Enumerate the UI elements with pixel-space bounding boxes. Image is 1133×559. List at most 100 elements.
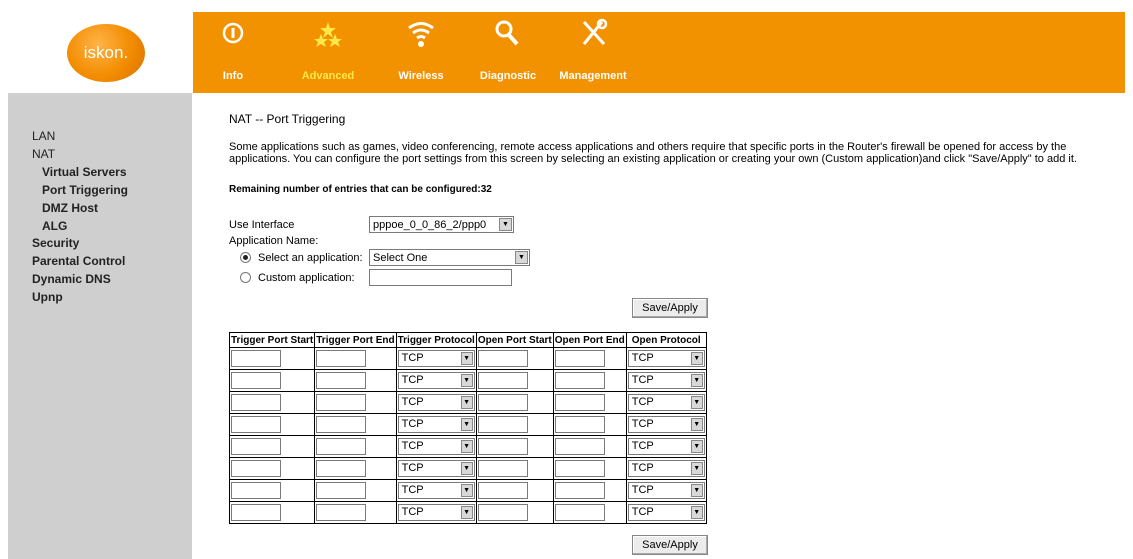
table-cell xyxy=(314,391,397,414)
trigger-protocol-select-value: TCP xyxy=(401,418,424,430)
trigger-port-start-input[interactable] xyxy=(231,394,281,411)
trigger-port-start-input[interactable] xyxy=(231,438,281,455)
nav-advanced[interactable]: Advanced xyxy=(293,12,363,93)
table-row: TCP ▼ TCP ▼ xyxy=(228,369,707,392)
table-cell xyxy=(552,369,627,392)
trigger-port-end-input[interactable] xyxy=(316,460,367,477)
open-port-start-input[interactable] xyxy=(477,416,528,433)
trigger-protocol-select[interactable]: TCP ▼ xyxy=(397,416,475,433)
table-cell xyxy=(475,479,554,502)
open-port-start-input[interactable] xyxy=(477,372,528,389)
trigger-port-start-input[interactable] xyxy=(231,416,281,433)
dropdown-arrow-icon: ▼ xyxy=(460,462,473,475)
header-trigger-port-end: Trigger Port End xyxy=(314,332,397,348)
open-port-end-input[interactable] xyxy=(554,482,605,499)
magnifier-icon xyxy=(495,20,519,46)
trigger-port-end-input[interactable] xyxy=(316,350,367,367)
trigger-port-end-input[interactable] xyxy=(316,372,367,389)
sidebar-item-dmz-host[interactable]: DMZ Host xyxy=(42,201,98,215)
open-port-start-input[interactable] xyxy=(477,350,528,367)
open-protocol-select[interactable]: TCP ▼ xyxy=(627,460,705,477)
open-protocol-select[interactable]: TCP ▼ xyxy=(627,416,705,433)
trigger-port-end-input[interactable] xyxy=(316,394,367,411)
table-cell: TCP ▼ xyxy=(395,413,477,436)
table-cell xyxy=(475,435,554,458)
sidebar-item-lan[interactable]: LAN xyxy=(32,129,55,143)
trigger-port-end-input[interactable] xyxy=(316,482,367,499)
custom-application-input[interactable] xyxy=(369,269,512,286)
nav-management[interactable]: Management xyxy=(553,12,633,93)
trigger-port-start-input[interactable] xyxy=(231,482,281,499)
table-cell xyxy=(314,413,397,436)
table-row: TCP ▼ TCP ▼ xyxy=(228,413,707,436)
trigger-port-start-input[interactable] xyxy=(231,372,281,389)
open-protocol-select-value: TCP xyxy=(631,396,654,408)
dropdown-arrow-icon: ▼ xyxy=(515,251,528,264)
open-port-start-input[interactable] xyxy=(477,460,528,477)
open-port-end-input[interactable] xyxy=(554,394,605,411)
dropdown-arrow-icon: ▼ xyxy=(460,440,473,453)
sidebar-item-parental-control[interactable]: Parental Control xyxy=(32,254,125,268)
page-title: NAT -- Port Triggering xyxy=(229,112,346,126)
port-trigger-table: Trigger Port Start Trigger Port End Trig… xyxy=(228,332,707,524)
open-protocol-select[interactable]: TCP ▼ xyxy=(627,372,705,389)
sidebar-item-dynamic-dns[interactable]: Dynamic DNS xyxy=(32,272,111,286)
open-port-end-input[interactable] xyxy=(554,372,605,389)
table-cell xyxy=(475,501,554,524)
trigger-protocol-select-value: TCP xyxy=(401,506,424,518)
trigger-port-end-input[interactable] xyxy=(316,416,367,433)
trigger-port-start-input[interactable] xyxy=(231,504,281,521)
trigger-protocol-select[interactable]: TCP ▼ xyxy=(397,394,475,411)
open-port-end-input[interactable] xyxy=(554,350,605,367)
open-port-end-input[interactable] xyxy=(554,438,605,455)
sidebar-item-virtual-servers[interactable]: Virtual Servers xyxy=(42,165,127,179)
table-row: TCP ▼ TCP ▼ xyxy=(228,457,707,480)
table-cell xyxy=(475,457,554,480)
use-interface-select[interactable]: pppoe_0_0_86_2/ppp0 ▼ xyxy=(369,216,514,233)
open-port-end-input[interactable] xyxy=(554,460,605,477)
trigger-protocol-select[interactable]: TCP ▼ xyxy=(397,372,475,389)
trigger-protocol-select[interactable]: TCP ▼ xyxy=(397,482,475,499)
trigger-protocol-select[interactable]: TCP ▼ xyxy=(397,350,475,367)
open-protocol-select-value: TCP xyxy=(631,462,654,474)
sidebar-item-alg[interactable]: ALG xyxy=(42,219,67,233)
header-trigger-port-start: Trigger Port Start xyxy=(228,332,316,348)
open-port-start-input[interactable] xyxy=(477,482,528,499)
sidebar-item-nat[interactable]: NAT xyxy=(32,147,55,161)
open-port-start-input[interactable] xyxy=(477,438,528,455)
trigger-port-end-input[interactable] xyxy=(316,438,367,455)
nav-diagnostic[interactable]: Diagnostic xyxy=(473,12,543,93)
open-protocol-select[interactable]: TCP ▼ xyxy=(627,504,705,521)
select-application-dropdown[interactable]: Select One ▼ xyxy=(369,249,530,266)
open-port-start-input[interactable] xyxy=(477,504,528,521)
trigger-port-start-input[interactable] xyxy=(231,350,281,367)
open-port-start-input[interactable] xyxy=(477,394,528,411)
table-cell: TCP ▼ xyxy=(625,391,707,414)
trigger-port-start-input[interactable] xyxy=(231,460,281,477)
table-cell: TCP ▼ xyxy=(395,347,477,370)
open-protocol-select[interactable]: TCP ▼ xyxy=(627,482,705,499)
dropdown-arrow-icon: ▼ xyxy=(690,396,703,409)
save-apply-button-bottom[interactable]: Save/Apply xyxy=(632,535,708,555)
save-apply-button-top[interactable]: Save/Apply xyxy=(632,298,708,318)
open-protocol-select[interactable]: TCP ▼ xyxy=(627,394,705,411)
nav-info[interactable]: Info xyxy=(213,12,253,93)
sidebar-item-security[interactable]: Security xyxy=(32,236,79,250)
trigger-protocol-select[interactable]: TCP ▼ xyxy=(397,460,475,477)
dropdown-arrow-icon: ▼ xyxy=(690,440,703,453)
nav-wireless[interactable]: Wireless xyxy=(391,12,451,93)
open-protocol-select[interactable]: TCP ▼ xyxy=(627,438,705,455)
custom-application-radio[interactable] xyxy=(240,272,251,283)
trigger-port-end-input[interactable] xyxy=(316,504,367,521)
header-open-port-start: Open Port Start xyxy=(475,332,554,348)
trigger-protocol-select[interactable]: TCP ▼ xyxy=(397,438,475,455)
open-protocol-select[interactable]: TCP ▼ xyxy=(627,350,705,367)
open-port-end-input[interactable] xyxy=(554,416,605,433)
sidebar-item-upnp[interactable]: Upnp xyxy=(32,290,63,304)
dropdown-arrow-icon: ▼ xyxy=(460,484,473,497)
trigger-protocol-select[interactable]: TCP ▼ xyxy=(397,504,475,521)
open-port-end-input[interactable] xyxy=(554,504,605,521)
table-row: TCP ▼ TCP ▼ xyxy=(228,501,707,524)
sidebar-item-port-triggering[interactable]: Port Triggering xyxy=(42,183,128,197)
select-application-radio[interactable] xyxy=(240,252,251,263)
